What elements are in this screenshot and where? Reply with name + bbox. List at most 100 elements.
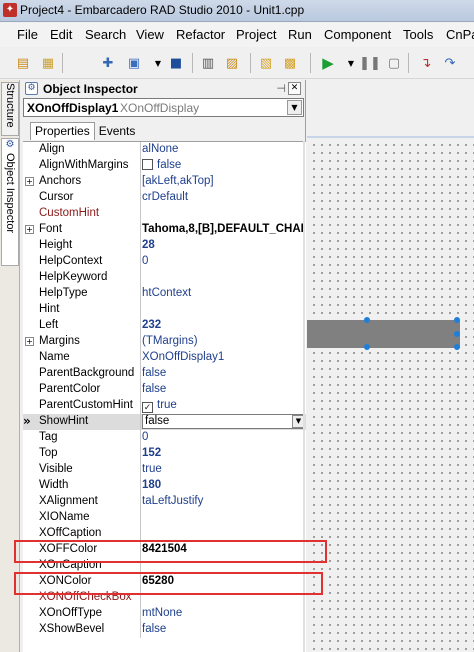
property-value[interactable]: ✓ true — [142, 399, 305, 413]
property-value[interactable]: XOnOffDisplay1 — [142, 351, 305, 363]
property-value[interactable]: 0 — [142, 431, 305, 443]
column-divider[interactable] — [140, 350, 141, 366]
menu-refactor[interactable]: Refactor — [176, 27, 225, 42]
property-value[interactable]: 232 — [142, 319, 305, 331]
column-divider[interactable] — [140, 414, 141, 430]
expand-icon[interactable]: + — [25, 337, 34, 346]
column-divider[interactable] — [140, 238, 141, 254]
property-row[interactable]: ParentBackground false — [23, 366, 306, 382]
property-value[interactable]: 28 — [142, 239, 305, 251]
property-row[interactable]: Width 180 — [23, 478, 306, 494]
property-row[interactable]: » ShowHint false ▼ — [23, 414, 306, 430]
property-row[interactable]: XShowBevel false — [23, 622, 306, 638]
property-row[interactable]: ParentCustomHint ✓ true — [23, 398, 306, 414]
column-divider[interactable] — [140, 174, 141, 190]
resize-handle[interactable] — [454, 331, 460, 337]
property-row[interactable]: CustomHint — [23, 206, 306, 222]
expand-icon[interactable]: + — [25, 177, 34, 186]
chevron-down-icon[interactable]: ▼ — [341, 53, 361, 73]
property-row[interactable]: Height 28 — [23, 238, 306, 254]
property-value[interactable]: true — [142, 463, 305, 475]
menu-file[interactable]: File — [17, 27, 38, 42]
property-row[interactable]: HelpType htContext — [23, 286, 306, 302]
property-value[interactable]: crDefault — [142, 191, 305, 203]
component-selector[interactable]: XOnOffDisplay1 XOnOffDisplay ▼ — [23, 98, 304, 117]
property-row[interactable]: HelpKeyword — [23, 270, 306, 286]
column-divider[interactable] — [140, 478, 141, 494]
form-canvas[interactable] — [307, 138, 474, 652]
property-value[interactable]: mtNone — [142, 607, 305, 619]
chevron-down-icon[interactable]: ▼ — [287, 100, 302, 115]
column-divider[interactable] — [140, 190, 141, 206]
property-row[interactable]: Name XOnOffDisplay1 — [23, 350, 306, 366]
column-divider[interactable] — [140, 142, 141, 158]
property-row[interactable]: Visible true — [23, 462, 306, 478]
property-value[interactable]: false — [142, 159, 305, 171]
property-value[interactable]: false — [142, 383, 305, 395]
property-row[interactable]: Left 232 — [23, 318, 306, 334]
new-file-icon[interactable]: ▤ — [13, 53, 33, 73]
property-row[interactable]: + Margins (TMargins) — [23, 334, 306, 350]
tab-events[interactable]: Events — [94, 122, 140, 140]
property-row[interactable]: + Font Tahoma,8,[B],DEFAULT_CHAI — [23, 222, 306, 238]
tab-properties[interactable]: Properties — [30, 122, 95, 140]
chevron-down-icon[interactable]: ▼ — [148, 53, 168, 73]
column-divider[interactable] — [140, 510, 141, 526]
close-icon[interactable]: ✕ — [288, 82, 301, 95]
tab-structure[interactable]: Structure — [1, 82, 19, 136]
property-value[interactable]: false — [142, 414, 305, 429]
checkbox-unchecked[interactable] — [142, 159, 153, 170]
stop-icon[interactable]: ▢ — [384, 53, 404, 73]
property-value[interactable]: taLeftJustify — [142, 495, 305, 507]
property-row[interactable]: HelpContext 0 — [23, 254, 306, 270]
tab-object-inspector[interactable]: ⚙ Object Inspector — [1, 138, 19, 266]
property-value[interactable]: alNone — [142, 143, 305, 155]
property-row[interactable]: Tag 0 — [23, 430, 306, 446]
column-divider[interactable] — [140, 430, 141, 446]
menu-tools[interactable]: Tools — [403, 27, 433, 42]
open-icon[interactable]: ▦ — [38, 53, 58, 73]
property-row[interactable]: AlignWithMargins false — [23, 158, 306, 174]
property-row[interactable]: Top 152 — [23, 446, 306, 462]
property-row[interactable]: Cursor crDefault — [23, 190, 306, 206]
add-file-icon[interactable]: ▧ — [256, 53, 276, 73]
property-row[interactable]: Align alNone — [23, 142, 306, 158]
column-divider[interactable] — [140, 382, 141, 398]
resize-handle[interactable] — [364, 317, 370, 323]
pause-icon[interactable]: ❚❚ — [359, 53, 381, 73]
property-value[interactable]: 0 — [142, 255, 305, 267]
column-divider[interactable] — [140, 398, 141, 414]
property-row[interactable]: XOnOffType mtNone — [23, 606, 306, 622]
run-icon[interactable]: ▶ — [318, 53, 338, 73]
property-row[interactable]: XIOName — [23, 510, 306, 526]
property-value[interactable]: Tahoma,8,[B],DEFAULT_CHAI — [142, 223, 305, 235]
checkbox-checked[interactable]: ✓ — [142, 402, 153, 413]
menu-cnpack[interactable]: CnPa — [446, 27, 474, 42]
column-divider[interactable] — [140, 606, 141, 622]
menu-edit[interactable]: Edit — [50, 27, 72, 42]
menu-project[interactable]: Project — [236, 27, 276, 42]
property-value[interactable]: false — [142, 623, 305, 635]
column-divider[interactable] — [140, 222, 141, 238]
xonoffdisplay-component[interactable] — [307, 320, 460, 348]
remove-file-icon[interactable]: ▩ — [280, 53, 300, 73]
column-divider[interactable] — [140, 446, 141, 462]
open-project-icon[interactable]: ▣ — [124, 53, 144, 73]
menu-component[interactable]: Component — [324, 27, 391, 42]
new-item-icon[interactable]: ✚ — [98, 53, 118, 73]
property-row[interactable]: + Anchors [akLeft,akTop] — [23, 174, 306, 190]
resize-handle[interactable] — [364, 344, 370, 350]
column-divider[interactable] — [140, 158, 141, 174]
step-into-icon[interactable]: ↴ — [416, 53, 436, 73]
column-divider[interactable] — [140, 318, 141, 334]
menu-view[interactable]: View — [136, 27, 164, 42]
expand-icon[interactable]: + — [25, 225, 34, 234]
property-value[interactable]: 152 — [142, 447, 305, 459]
property-value[interactable]: 180 — [142, 479, 305, 491]
column-divider[interactable] — [140, 206, 141, 222]
property-value[interactable]: [akLeft,akTop] — [142, 175, 305, 187]
column-divider[interactable] — [140, 302, 141, 318]
pin-icon[interactable]: ⊣ — [276, 82, 286, 95]
save-icon[interactable]: ■ — [166, 53, 186, 73]
column-divider[interactable] — [140, 286, 141, 302]
